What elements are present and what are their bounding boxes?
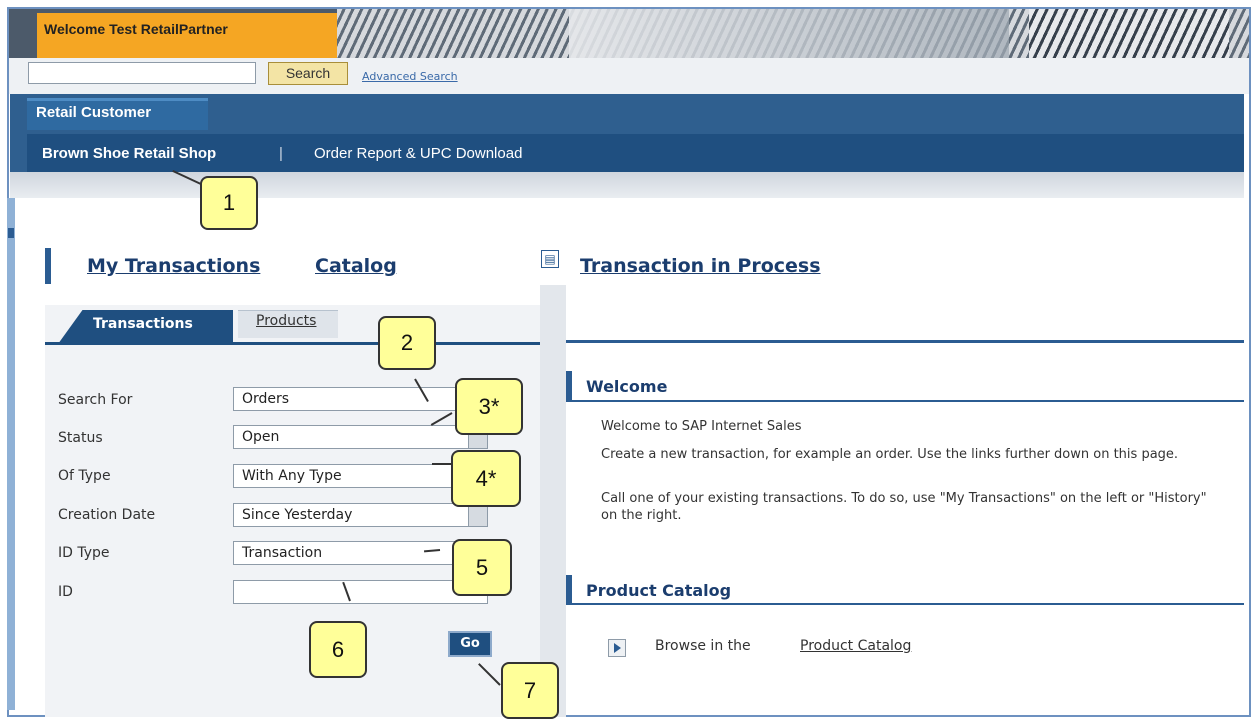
nav-brown-shoe-retail-shop[interactable]: Brown Shoe Retail Shop	[42, 145, 216, 162]
status-select[interactable]: Open	[233, 425, 488, 449]
left-strip-marker	[8, 228, 14, 238]
left-strip	[7, 198, 15, 710]
welcome-text: Welcome Test RetailPartner	[44, 21, 228, 37]
tab-retail-customer-label: Retail Customer	[36, 104, 152, 121]
process-underline	[566, 340, 1244, 343]
callout-6: 6	[309, 621, 367, 678]
of-type-label: Of Type	[58, 468, 111, 484]
nav-order-report[interactable]: Order Report & UPC Download	[314, 145, 522, 162]
callout-1: 1	[200, 176, 258, 230]
callout-4: 4*	[451, 450, 521, 507]
search-for-label: Search For	[58, 392, 133, 408]
callout-7: 7	[501, 662, 559, 719]
product-catalog-title: Product Catalog	[586, 581, 732, 600]
my-transactions-link[interactable]: My Transactions	[87, 255, 260, 277]
welcome-line-2: Create a new transaction, for example an…	[601, 447, 1179, 462]
catalog-accent	[566, 575, 572, 605]
id-type-label: ID Type	[58, 545, 110, 561]
dropdown-arrow-icon	[468, 504, 487, 526]
product-catalog-link[interactable]: Product Catalog	[800, 638, 911, 654]
go-button[interactable]: Go	[448, 631, 492, 657]
heading-accent	[45, 248, 51, 284]
welcome-underline	[566, 400, 1244, 402]
header-art-overlay	[569, 9, 1009, 65]
of-type-value: With Any Type	[242, 468, 342, 484]
callout-3: 3*	[455, 378, 523, 435]
welcome-accent	[566, 371, 572, 401]
search-for-select[interactable]: Orders	[233, 387, 488, 411]
id-label: ID	[58, 584, 73, 600]
tab-products-label: Products	[256, 313, 317, 329]
of-type-select[interactable]: With Any Type	[233, 464, 488, 488]
id-input[interactable]	[233, 580, 488, 604]
search-for-value: Orders	[242, 391, 290, 407]
id-type-value: Transaction	[242, 545, 323, 561]
callout-2: 2	[378, 316, 436, 370]
welcome-line-3: Call one of your existing transactions. …	[601, 491, 1207, 523]
creation-date-value: Since Yesterday	[242, 507, 353, 523]
id-type-select[interactable]: Transaction	[233, 541, 488, 565]
callout-5: 5	[452, 539, 512, 596]
document-icon: ▤	[541, 250, 559, 268]
header-banner	[9, 9, 1249, 65]
transaction-in-process-link[interactable]: Transaction in Process	[580, 255, 821, 277]
play-icon[interactable]	[608, 639, 626, 657]
search-button[interactable]: Search	[268, 62, 348, 85]
catalog-underline	[566, 603, 1244, 605]
welcome-line-1: Welcome to SAP Internet Sales	[601, 419, 802, 434]
welcome-title: Welcome	[586, 377, 668, 396]
tab-transactions-label: Transactions	[93, 316, 193, 332]
catalog-link[interactable]: Catalog	[315, 255, 397, 277]
browse-text: Browse in the	[655, 638, 751, 654]
nav-separator: |	[279, 145, 283, 162]
status-label: Status	[58, 430, 103, 446]
advanced-search-link[interactable]: Advanced Search	[362, 70, 458, 83]
search-input[interactable]	[28, 62, 256, 84]
creation-date-label: Creation Date	[58, 507, 156, 523]
callout-4-pointer	[432, 463, 452, 465]
panel-divider[interactable]	[540, 285, 566, 717]
creation-date-select[interactable]: Since Yesterday	[233, 503, 488, 527]
status-value: Open	[242, 429, 280, 445]
content-band	[10, 172, 1244, 198]
header-art-stripes	[1029, 9, 1229, 65]
